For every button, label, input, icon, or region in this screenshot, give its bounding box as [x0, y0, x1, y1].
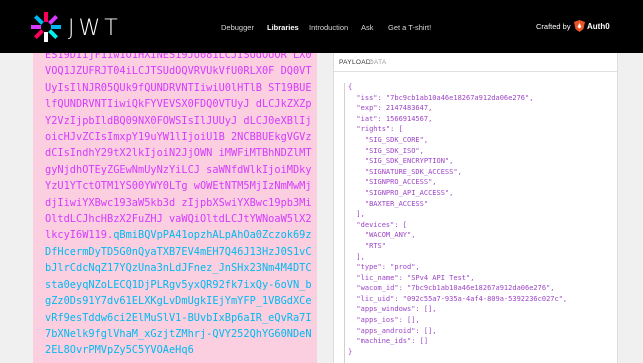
- nav-introduction[interactable]: Introduction: [309, 23, 348, 32]
- token-signature-part: qBmiBQVpPA41opzhALpAhOa0Zczok69zDfHcermD…: [45, 229, 312, 357]
- nav-debugger[interactable]: Debugger: [221, 23, 254, 32]
- payload-title: PAYLOAD:: [339, 59, 373, 66]
- json-line: "apps_windows": [],: [348, 305, 437, 314]
- top-navbar: JWT Debugger Libraries Introduction Ask …: [0, 0, 643, 53]
- nav-ask[interactable]: Ask: [361, 23, 374, 32]
- decoded-panel: PAYLOAD: DATA { "iss": "7bc9cb1ab10a46e1…: [333, 53, 618, 363]
- json-line: "WACOM_ANY",: [348, 231, 416, 240]
- encoded-token-text[interactable]: ES19DIIjF1iw1O1HXINES19JU081LCJISUdOUOR …: [45, 53, 313, 359]
- auth0-brand-link[interactable]: Auth0: [587, 22, 610, 31]
- json-line: "SIG_SDK_CORE",: [348, 135, 429, 144]
- payload-subtitle: DATA: [369, 59, 387, 66]
- json-line: "devices": [: [348, 220, 408, 229]
- encoded-token-panel[interactable]: ES19DIIjF1iw1O1HXINES19JU081LCJISUdOUOR …: [33, 53, 317, 363]
- token-payload-part: ES19DIIjF1iw1O1HXINES19JU081LCJISUdOUOR …: [45, 53, 312, 242]
- jwt-logo[interactable]: JWT: [30, 11, 126, 43]
- crafted-by-text: Crafted by: [536, 22, 571, 31]
- json-line: "SIG_SDK_ENCRYPTION",: [348, 157, 454, 166]
- json-line: ],: [348, 210, 365, 219]
- json-line: }: [348, 347, 353, 356]
- nav-get-tshirt[interactable]: Get a T-shirt!: [388, 23, 431, 32]
- json-line: "lic_name": "SPv4 API Test",: [348, 273, 475, 282]
- payload-json-editor[interactable]: { "iss": "7bc9cb1ab10a46e18267a912da06e2…: [344, 83, 610, 363]
- json-line: "RTS": [348, 241, 386, 250]
- json-line: "iat": 1566914567,: [348, 114, 433, 123]
- auth0-shield-icon[interactable]: [574, 20, 585, 32]
- json-line: "SIGNPRO_ACCESS",: [348, 178, 437, 187]
- nav-libraries[interactable]: Libraries: [267, 23, 299, 32]
- json-line: "apps_ios": [],: [348, 316, 420, 325]
- json-line: "SIG_SDK_ISO",: [348, 146, 424, 155]
- json-line: "SIGNPRO_API_ACCESS",: [348, 188, 454, 197]
- json-line: "exp": 2147483647,: [348, 104, 433, 113]
- logo-text: JWT: [68, 16, 122, 41]
- json-line: ],: [348, 252, 365, 261]
- json-line: "wacom_id": "7bc9cb1ab10a46e18267a912da0…: [348, 284, 555, 293]
- json-line: {: [348, 83, 353, 91]
- jwt-starburst-icon: [31, 12, 61, 42]
- json-line: "machine_ids": []: [348, 337, 429, 346]
- json-line: "iss": "7bc9cb1ab10a46e18267a912da06e276…: [348, 93, 534, 102]
- payload-json: { "iss": "7bc9cb1ab10a46e18267a912da06e2…: [348, 83, 567, 357]
- json-line: "lic_uid": "092c55a7-935a-4af4-809a-5392…: [348, 294, 568, 303]
- json-line: "type": "prod",: [348, 263, 420, 272]
- json-line: "apps_android": [],: [348, 326, 437, 335]
- json-line: "SIGNATURE_SDK_ACCESS",: [348, 167, 462, 176]
- json-line: "BAXTER_ACCESS": [348, 199, 429, 208]
- json-line: "rights": [: [348, 125, 403, 134]
- payload-section-header: PAYLOAD: DATA: [334, 59, 617, 72]
